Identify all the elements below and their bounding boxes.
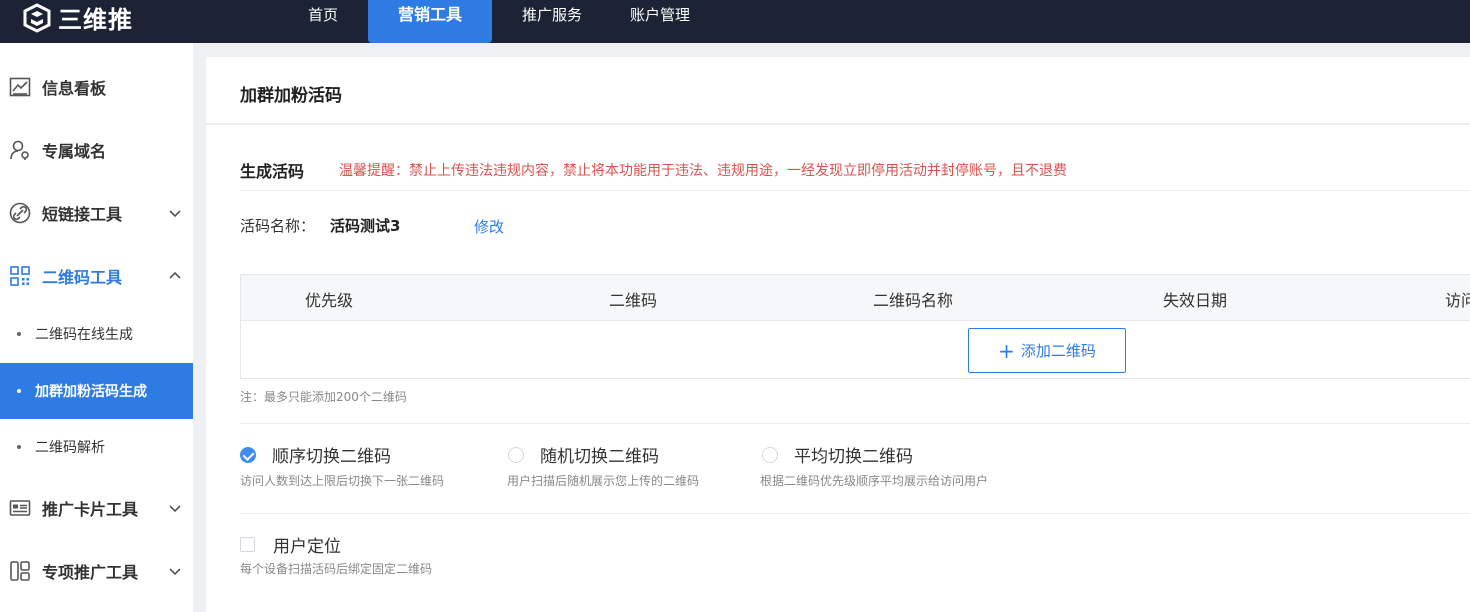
divider xyxy=(240,423,1470,424)
chevron-up-icon xyxy=(167,268,183,284)
brand-name: 三维推 xyxy=(58,6,133,34)
edit-link[interactable]: 修改 xyxy=(474,216,504,237)
qrcode-icon xyxy=(8,264,32,288)
sidebar-subitem-label: 二维码解析 xyxy=(35,440,105,456)
section-title: 生成活码 xyxy=(240,162,305,181)
column-header-visits: 访问 xyxy=(1445,291,1470,310)
radio-random-switch[interactable]: 随机切换二维码 xyxy=(508,442,659,467)
nav-item-promotion-services[interactable]: 推广服务 xyxy=(498,0,606,43)
chevron-down-icon xyxy=(167,563,183,579)
bullet-icon xyxy=(17,445,21,449)
sidebar-item-dashboard[interactable]: 信息看板 xyxy=(0,67,193,107)
sidebar-item-special-promo-tools[interactable]: 专项推广工具 xyxy=(0,551,193,591)
bullet-icon xyxy=(17,332,21,336)
sidebar-item-promo-card-tools[interactable]: 推广卡片工具 xyxy=(0,488,193,528)
code-name-label: 活码名称： xyxy=(240,217,316,235)
sidebar-subitem-qrcode-decoder[interactable]: 二维码解析 xyxy=(0,419,193,475)
code-name-value: 活码测试3 xyxy=(330,217,401,235)
card-icon xyxy=(8,496,32,520)
divider xyxy=(240,513,1470,514)
radio-label: 顺序切换二维码 xyxy=(272,447,391,467)
sidebar-item-label: 专属域名 xyxy=(42,142,107,161)
radio-sequential-switch[interactable]: 顺序切换二维码 xyxy=(240,442,391,467)
nav-item-home[interactable]: 首页 xyxy=(284,0,362,43)
sidebar: 信息看板 专属域名 短链接工具 二维码工具 二维码在线生成 加群加粉活码生成 二 xyxy=(0,43,193,612)
checkbox-description: 每个设备扫描活码后绑定固定二维码 xyxy=(240,562,433,576)
radio-average-switch[interactable]: 平均切换二维码 xyxy=(762,442,913,467)
divider xyxy=(240,190,1470,191)
radio-checked-icon[interactable] xyxy=(240,446,256,463)
sidebar-item-label: 信息看板 xyxy=(42,79,107,98)
radio-description: 用户扫描后随机展示您上传的二维码 xyxy=(507,474,700,488)
sidebar-item-short-link-tools[interactable]: 短链接工具 xyxy=(0,193,193,233)
chevron-down-icon xyxy=(167,205,183,221)
checkbox-icon[interactable] xyxy=(240,537,255,552)
sidebar-subitem-label: 二维码在线生成 xyxy=(35,327,133,343)
radio-label: 平均切换二维码 xyxy=(794,447,913,467)
page-title: 加群加粉活码 xyxy=(240,86,342,106)
chevron-down-icon xyxy=(167,500,183,516)
sidebar-item-label: 短链接工具 xyxy=(42,205,123,224)
logo-icon xyxy=(22,2,52,33)
table-header: 优先级 二维码 二维码名称 失效日期 访问 xyxy=(241,275,1470,321)
user-location-checkbox[interactable]: 用户定位 xyxy=(240,532,341,557)
chart-icon xyxy=(8,75,32,99)
limit-note: 注：最多只能添加200个二维码 xyxy=(240,390,407,404)
add-qrcode-label: 添加二维码 xyxy=(1020,342,1096,360)
user-key-icon xyxy=(8,138,32,162)
divider xyxy=(206,123,1470,125)
radio-description: 根据二维码优先级顺序平均展示给访问用户 xyxy=(760,474,989,488)
main-panel: 加群加粉活码 生成活码 温馨提醒：禁止上传违法违规内容，禁止将本功能用于违法、违… xyxy=(206,57,1470,612)
nav-item-marketing-tools[interactable]: 营销工具 xyxy=(368,0,493,43)
sidebar-subitem-group-live-code[interactable]: 加群加粉活码生成 xyxy=(0,363,193,419)
radio-label: 随机切换二维码 xyxy=(540,447,659,467)
sidebar-subitem-qrcode-generator[interactable]: 二维码在线生成 xyxy=(0,306,193,362)
column-header-priority: 优先级 xyxy=(305,291,354,310)
column-header-expiry-date: 失效日期 xyxy=(1163,291,1228,310)
nav-item-account-management[interactable]: 账户管理 xyxy=(606,0,714,43)
radio-unchecked-icon[interactable] xyxy=(508,446,524,463)
radio-description: 访问人数到达上限后切换下一张二维码 xyxy=(240,474,445,488)
sidebar-item-label: 推广卡片工具 xyxy=(42,500,139,519)
sidebar-subitem-label: 加群加粉活码生成 xyxy=(35,384,147,400)
sidebar-item-label: 专项推广工具 xyxy=(42,563,139,582)
plus-icon: + xyxy=(998,338,1015,363)
column-header-qrcode-name: 二维码名称 xyxy=(873,291,954,310)
add-qrcode-button[interactable]: + 添加二维码 xyxy=(968,328,1126,373)
main-nav: 首页 营销工具 推广服务 账户管理 xyxy=(284,0,714,43)
qrcode-table: 优先级 二维码 二维码名称 失效日期 访问 + 添加二维码 xyxy=(240,274,1470,379)
link-icon xyxy=(8,201,32,225)
sidebar-item-custom-domain[interactable]: 专属域名 xyxy=(0,130,193,170)
checkbox-label: 用户定位 xyxy=(273,537,341,557)
layout-icon xyxy=(8,559,32,583)
column-header-qrcode: 二维码 xyxy=(609,291,658,310)
top-navbar: 三维推 首页 营销工具 推广服务 账户管理 xyxy=(0,0,1470,43)
sidebar-item-label: 二维码工具 xyxy=(42,268,123,287)
radio-unchecked-icon[interactable] xyxy=(762,446,778,463)
sidebar-item-qrcode-tools[interactable]: 二维码工具 xyxy=(0,256,193,296)
bullet-icon xyxy=(17,389,21,393)
warning-text: 温馨提醒：禁止上传违法违规内容，禁止将本功能用于违法、违规用途，一经发现立即停用… xyxy=(339,163,1067,179)
logo[interactable]: 三维推 xyxy=(22,0,133,35)
